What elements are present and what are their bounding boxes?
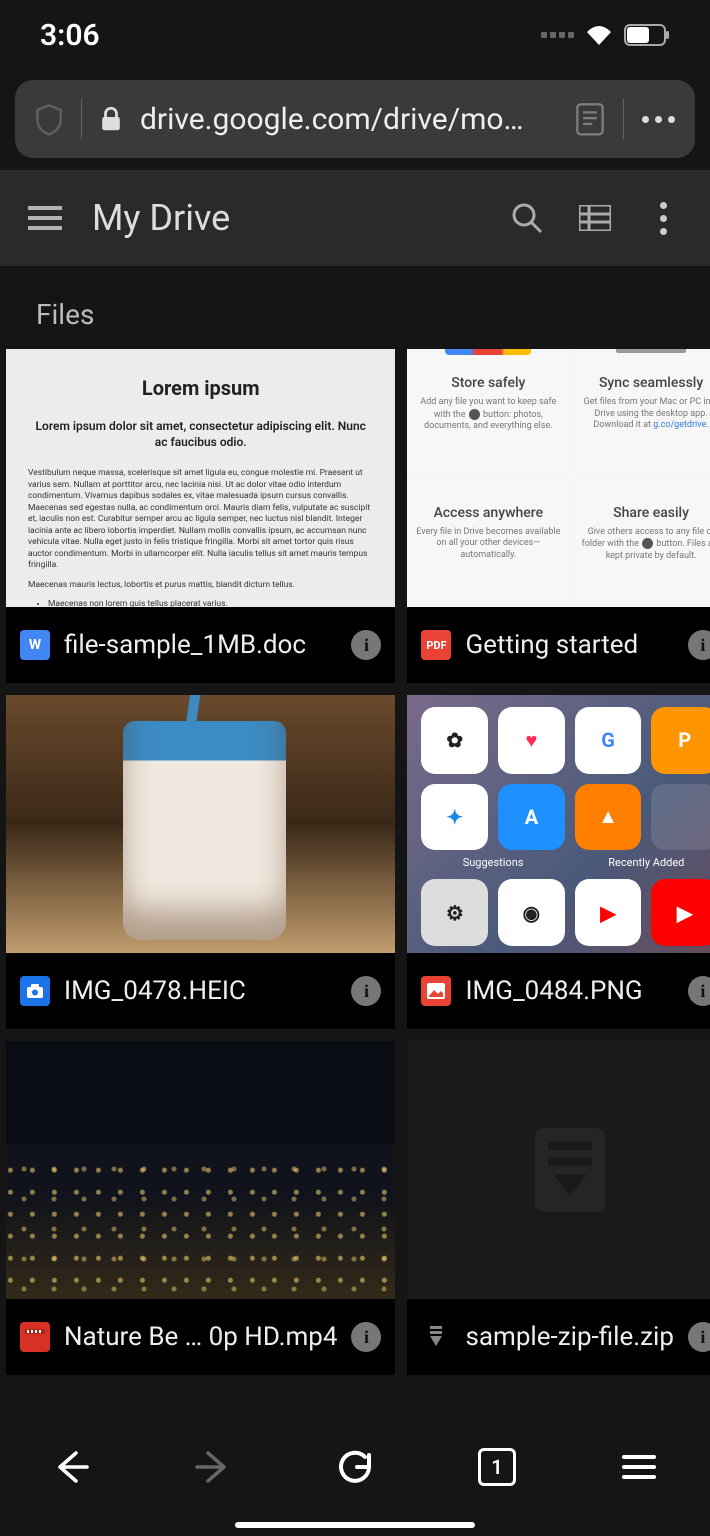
file-footer: W file-sample_1MB.doc i [6,607,395,683]
app-icon [651,784,710,851]
browser-bottom-nav: 1 [0,1416,710,1536]
file-footer: Nature Be … 0p HD.mp4 i [6,1299,395,1375]
app-icon: P [651,707,710,774]
file-footer: IMG_0478.HEIC i [6,953,395,1029]
status-bar: 3:06 [0,0,710,70]
filetype-zip-icon [421,1322,451,1352]
gs-body: Get files from your Mac or PC into Drive… [578,397,710,432]
reader-mode-icon[interactable] [575,102,605,136]
info-icon[interactable]: i [351,976,381,1006]
file-thumbnail [6,695,395,953]
app-icon: ◉ [498,879,565,946]
file-footer: IMG_0484.PNG i [407,953,710,1029]
app-icon: ▶ [575,879,642,946]
ios-caption: Recently Added [575,856,710,869]
wifi-icon [584,24,614,46]
lock-icon [100,106,122,132]
file-footer: sample-zip-file.zip i [407,1299,710,1375]
file-tile[interactable]: Lorem ipsum Lorem ipsum dolor sit amet, … [6,349,395,683]
info-icon[interactable]: i [688,976,710,1006]
page-actions-menu-icon[interactable] [642,116,675,123]
divider [623,99,624,139]
app-icon: G [575,707,642,774]
app-icon: ♥ [498,707,565,774]
file-name: file-sample_1MB.doc [64,630,337,660]
info-icon[interactable]: i [688,1322,710,1352]
status-time: 3:06 [40,18,100,53]
more-options-icon[interactable] [644,202,682,235]
file-name: Nature Be … 0p HD.mp4 [64,1322,337,1352]
file-tile[interactable]: ✿ ♥ G P ✦ A ▲ Suggestions Recently Added… [407,695,710,1029]
file-name: IMG_0478.HEIC [64,976,337,1006]
app-icon: ▶ [651,879,710,946]
filetype-heic-icon [20,976,50,1006]
file-grid: Lorem ipsum Lorem ipsum dolor sit amet, … [0,349,710,1375]
tab-count: 1 [478,1448,516,1486]
doc-lead: Lorem ipsum dolor sit amet, consectetur … [28,418,373,450]
info-icon[interactable]: i [688,630,710,660]
search-icon[interactable] [508,199,546,237]
gs-body: Add any file you want to keep safe with … [415,397,561,433]
drive-title: My Drive [92,197,478,239]
status-icons [541,24,670,46]
gs-title: Sync seamlessly [578,375,710,391]
app-icon: ⚙ [421,879,488,946]
filetype-pdf-icon: PDF [421,630,451,660]
filetype-doc-icon: W [20,630,50,660]
person-icon [642,538,653,549]
app-icon: ✿ [421,707,488,774]
file-tile[interactable]: IMG_0478.HEIC i [6,695,395,1029]
browser-url-bar[interactable]: drive.google.com/drive/mo… [15,80,695,158]
app-icon: A [498,784,565,851]
tabs-button[interactable]: 1 [475,1445,519,1489]
gs-title: Access anywhere [415,505,561,521]
list-view-icon[interactable] [576,199,614,237]
file-name: IMG_0484.PNG [465,976,673,1006]
file-footer: PDF Getting started i [407,607,710,683]
reload-button[interactable] [333,1445,377,1489]
gs-body: Every file in Drive becomes available on… [415,527,561,562]
drive-header: My Drive [0,170,710,266]
filetype-video-icon [20,1322,50,1352]
home-indicator[interactable] [235,1522,475,1528]
doc-para: Maecenas mauris lectus, lobortis et puru… [28,580,373,591]
info-icon[interactable]: i [351,1322,381,1352]
doc-heading: Lorem ipsum [28,375,373,402]
file-thumbnail [6,1041,395,1299]
gs-link: g.co/getdrive [653,420,706,430]
app-icon: ✦ [421,784,488,851]
section-label: Files [0,266,710,349]
cellular-dots-icon [541,32,574,38]
url-text[interactable]: drive.google.com/drive/mo… [140,102,557,137]
file-tile[interactable]: Nature Be … 0p HD.mp4 i [6,1041,395,1375]
plus-icon [469,409,480,420]
file-thumbnail: ✿ ♥ G P ✦ A ▲ Suggestions Recently Added… [407,695,710,953]
info-icon[interactable]: i [351,630,381,660]
menu-icon[interactable] [28,206,62,230]
forward-button[interactable] [191,1445,235,1489]
back-button[interactable] [49,1445,93,1489]
gs-title: Store safely [415,375,561,391]
minibar-icon [616,349,686,353]
browser-menu-button[interactable] [617,1445,661,1489]
file-thumbnail: Store safely Add any file you want to ke… [407,349,710,607]
file-name: sample-zip-file.zip [465,1322,673,1352]
gs-body: Give others access to any file or folder… [578,527,710,563]
file-thumbnail: Lorem ipsum Lorem ipsum dolor sit amet, … [6,349,395,607]
filetype-image-icon [421,976,451,1006]
file-thumbnail [407,1041,710,1299]
ios-caption: Suggestions [421,856,564,869]
file-tile[interactable]: Store safely Add any file you want to ke… [407,349,710,683]
file-tile[interactable]: sample-zip-file.zip i [407,1041,710,1375]
doc-para: Vestibulum neque massa, scelerisque sit … [28,468,373,571]
battery-icon [624,24,670,46]
app-icon: ▲ [575,784,642,851]
gs-title: Share easily [578,505,710,521]
file-name: Getting started [465,630,673,660]
divider [81,99,82,139]
shield-icon[interactable] [35,103,63,135]
doc-bullet: Maecenas non lorem quis tellus placerat … [48,599,373,607]
